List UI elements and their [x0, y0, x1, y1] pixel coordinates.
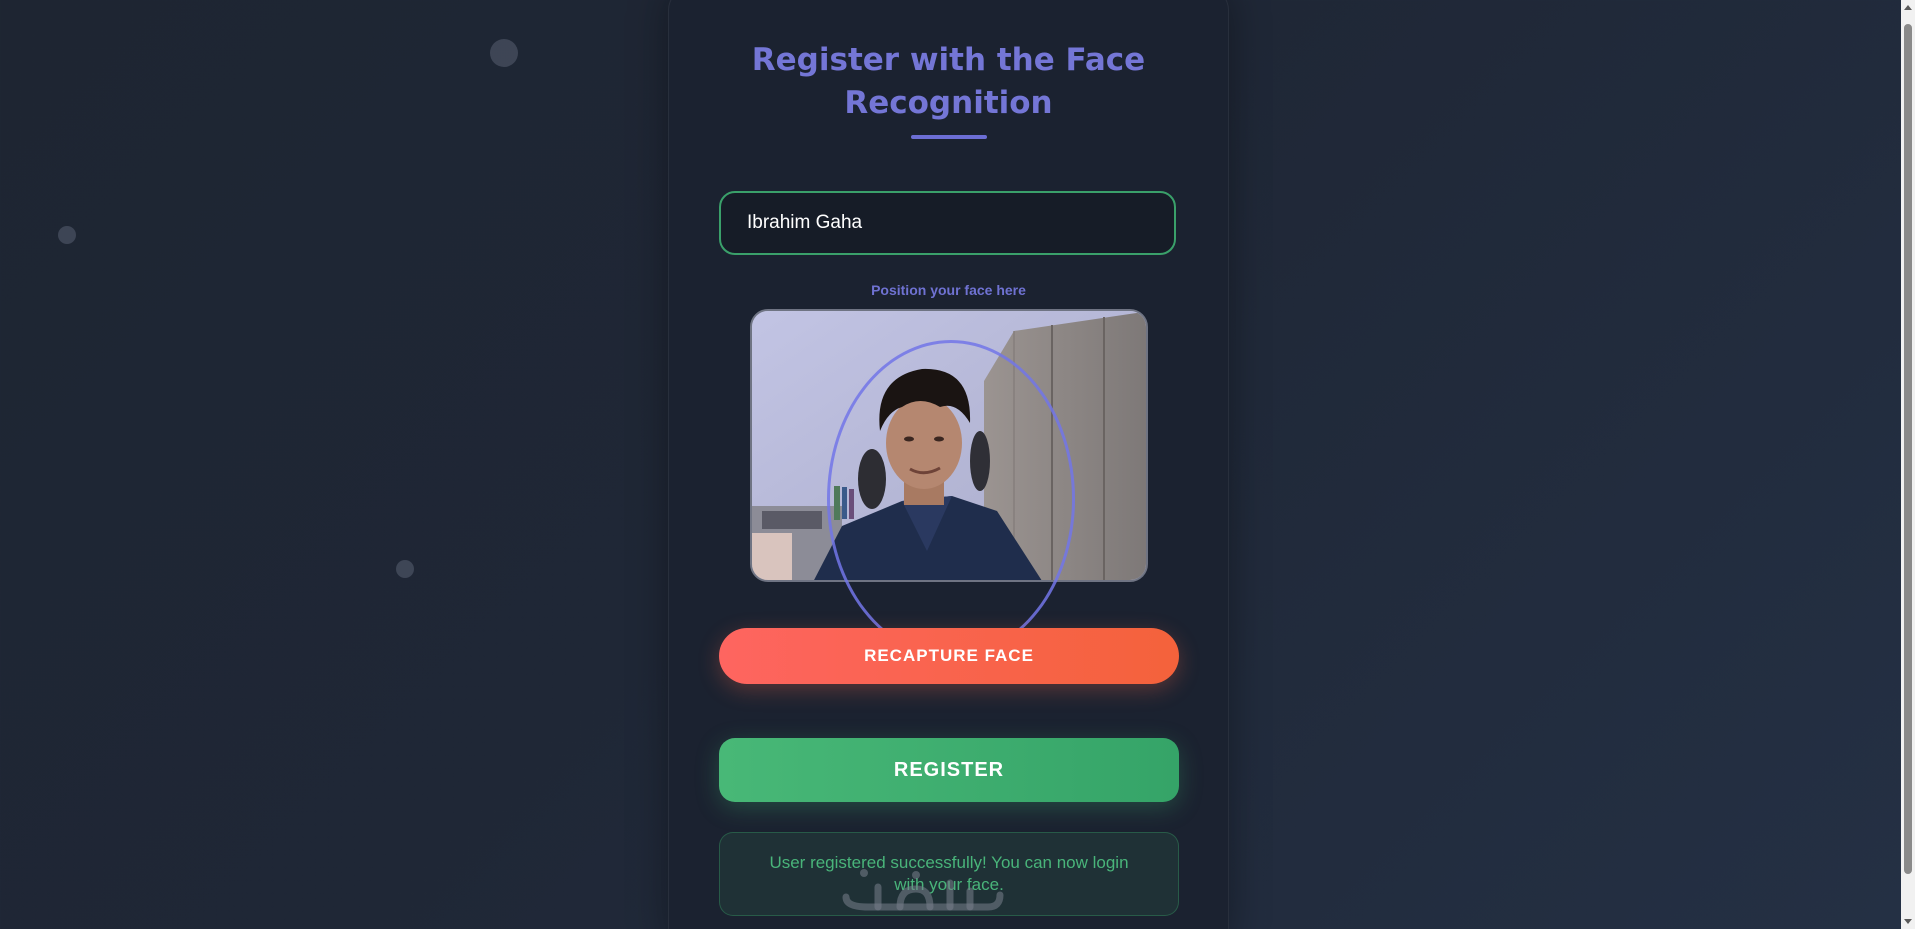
background-dot	[58, 226, 76, 244]
register-button[interactable]: REGISTER	[719, 738, 1179, 802]
page-scrollbar[interactable]	[1901, 0, 1915, 929]
scrollbar-thumb[interactable]	[1904, 24, 1912, 874]
camera-hint: Position your face here	[871, 282, 1026, 298]
scroll-up-arrow-icon[interactable]	[1904, 5, 1912, 10]
page-title: Register with the Face Recognition	[751, 42, 1146, 121]
camera-preview	[750, 309, 1148, 582]
background-dot	[396, 560, 414, 578]
name-input[interactable]	[719, 191, 1176, 255]
register-card: Register with the Face Recognition Posit…	[668, 0, 1229, 929]
camera-feed-image	[752, 311, 1146, 580]
title-underline	[911, 135, 987, 139]
background-dot	[490, 39, 518, 67]
recapture-face-button[interactable]: RECAPTURE FACE	[719, 628, 1179, 684]
scroll-down-arrow-icon[interactable]	[1904, 919, 1912, 924]
success-message: User registered successfully! You can no…	[719, 832, 1179, 916]
